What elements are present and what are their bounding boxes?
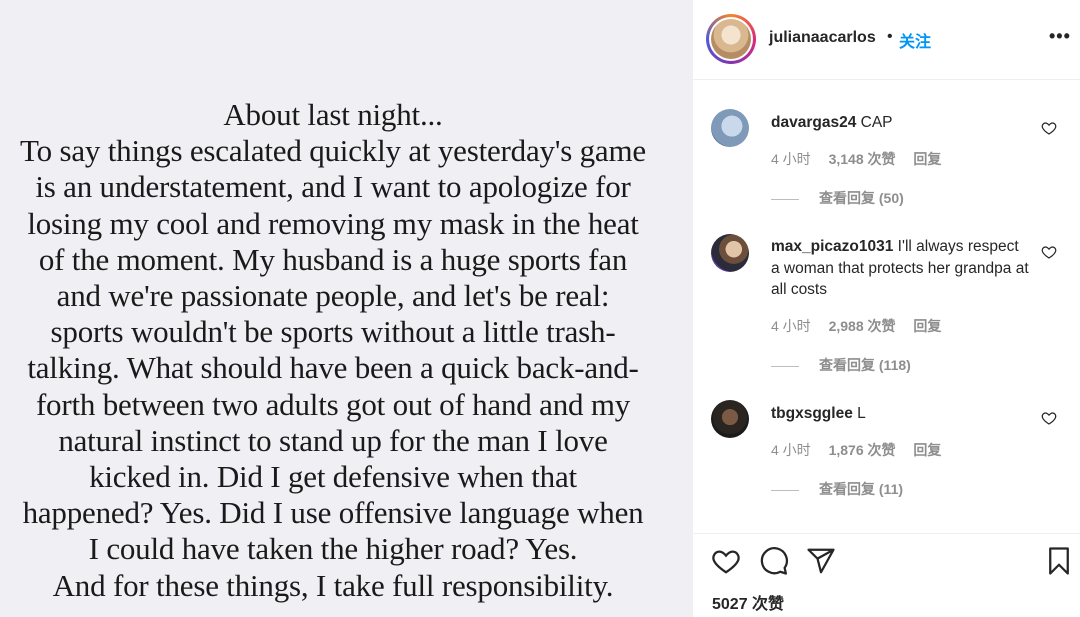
reply-button[interactable]: 回复 <box>913 318 941 334</box>
post-likes-count[interactable]: 5027 次赞 <box>712 590 784 614</box>
post-text-line: About last night... <box>223 97 443 132</box>
avatar-photo <box>711 19 751 59</box>
post-side-panel: julianaacarlos • 关注 ••• davargas24 CAP 4… <box>692 0 1080 617</box>
view-replies-link[interactable]: 查看回复 (118) <box>771 355 911 375</box>
more-dots-icon[interactable]: ••• <box>1049 26 1071 47</box>
comment-meta: 4 小时 3,148 次赞 回复 <box>771 149 955 169</box>
post-text-line: forth between two adults got out of hand… <box>35 386 631 422</box>
comment-text: tbgxsgglee L <box>771 403 1031 425</box>
comment-likes[interactable]: 3,148 次赞 <box>829 151 896 167</box>
comment-bubble-icon[interactable] <box>759 546 789 576</box>
comment-meta: 4 小时 2,988 次赞 回复 <box>771 316 955 336</box>
reply-button[interactable]: 回复 <box>913 151 941 167</box>
paper-plane-icon[interactable] <box>806 546 836 576</box>
comment-likes[interactable]: 2,988 次赞 <box>829 318 896 334</box>
follow-button[interactable]: 关注 <box>899 28 931 52</box>
commenter-avatar[interactable] <box>711 234 749 272</box>
post-text-line: talking. What should have been a quick b… <box>27 350 639 386</box>
replies-divider <box>771 198 799 200</box>
reply-button[interactable]: 回复 <box>913 442 941 458</box>
replies-divider <box>771 489 799 491</box>
comment-body: CAP <box>860 114 893 131</box>
view-replies-link[interactable]: 查看回复 (11) <box>771 479 903 499</box>
post-image-text: About last night... To say things escala… <box>0 97 666 604</box>
bookmark-icon[interactable] <box>1044 546 1074 576</box>
post-actions-bar: 5027 次赞 <box>693 533 1080 617</box>
comment-time: 4 小时 <box>771 318 811 334</box>
heart-icon[interactable] <box>1041 244 1057 260</box>
comment-username[interactable]: davargas24 <box>771 114 856 131</box>
comment-body: L <box>857 405 866 422</box>
commenter-avatar[interactable] <box>711 109 749 147</box>
post-text-line: I could have taken the higher road? Yes. <box>88 531 578 567</box>
post-text-line: sports wouldn't be sports without a litt… <box>50 314 616 350</box>
post-header: julianaacarlos • 关注 ••• <box>693 0 1080 80</box>
author-username[interactable]: julianaacarlos <box>769 29 876 47</box>
post-image: About last night... To say things escala… <box>0 0 692 617</box>
heart-icon[interactable] <box>1041 410 1057 426</box>
comments-list[interactable]: davargas24 CAP 4 小时 3,148 次赞 回复 查看回复 (50… <box>693 81 1080 533</box>
comment-meta: 4 小时 1,876 次赞 回复 <box>771 440 955 460</box>
post-text-line: losing my cool and removing my mask in t… <box>27 205 639 241</box>
comment-time: 4 小时 <box>771 151 811 167</box>
heart-icon[interactable] <box>711 546 741 576</box>
post-text-line: To say things escalated quickly at yeste… <box>20 133 646 169</box>
comment-text: davargas24 CAP <box>771 112 1031 134</box>
heart-icon[interactable] <box>1041 120 1057 136</box>
post-text-line: happened? Yes. Did I use offensive langu… <box>22 495 644 531</box>
comment-text: max_picazo1031 I'll always respect a wom… <box>771 236 1031 301</box>
separator-dot: • <box>887 28 893 45</box>
commenter-avatar[interactable] <box>711 400 749 438</box>
comment-time: 4 小时 <box>771 442 811 458</box>
post-text-line: is an understatement, and I want to apol… <box>35 169 631 205</box>
post-text-line: natural instinct to stand up for the man… <box>58 422 608 458</box>
post-text-line: and we're passionate people, and let's b… <box>56 278 610 314</box>
comment-username[interactable]: tbgxsgglee <box>771 405 853 422</box>
post-text-line: And for these things, I take full respon… <box>52 567 614 603</box>
comment-username[interactable]: max_picazo1031 <box>771 238 893 255</box>
author-avatar[interactable] <box>706 14 756 64</box>
comment-likes[interactable]: 1,876 次赞 <box>829 442 896 458</box>
replies-divider <box>771 365 799 367</box>
view-replies-link[interactable]: 查看回复 (50) <box>771 188 904 208</box>
post-text-line: of the moment. My husband is a huge spor… <box>38 241 628 277</box>
post-text-line: kicked in. Did I get defensive when that <box>89 459 577 495</box>
